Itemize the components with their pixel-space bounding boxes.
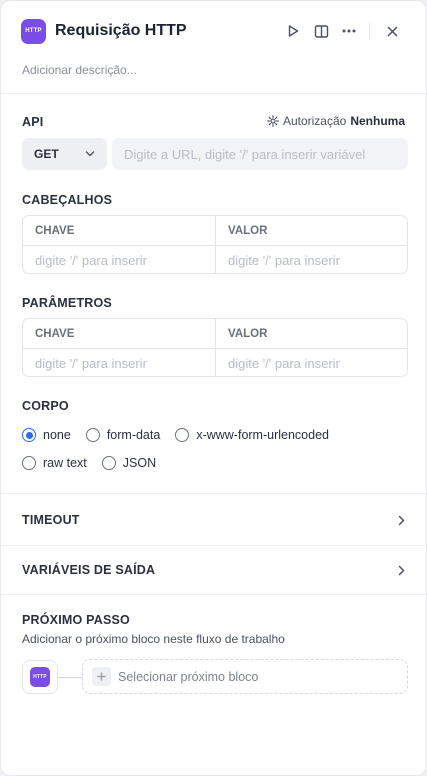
- headers-table-row: [23, 245, 407, 273]
- params-section-label: PARÂMETROS: [22, 296, 112, 310]
- radio-icon: [22, 456, 36, 470]
- next-step-description: Adicionar o próximo bloco neste fluxo de…: [22, 632, 285, 646]
- header-actions: [279, 17, 406, 45]
- params-value-column: VALOR: [215, 319, 407, 348]
- split-view-button[interactable]: [307, 17, 335, 45]
- plus-icon: [92, 667, 111, 686]
- body-option-json[interactable]: JSON: [101, 456, 157, 470]
- current-node: HTTP: [22, 660, 58, 694]
- section-divider: [1, 594, 426, 595]
- play-icon: [288, 25, 299, 37]
- run-button[interactable]: [279, 17, 307, 45]
- authorization-label: Autorização: [282, 114, 347, 128]
- radio-icon: [101, 456, 116, 470]
- params-key-column: CHAVE: [35, 327, 75, 340]
- body-option-label: form-data: [106, 428, 161, 442]
- param-key-input[interactable]: [35, 349, 215, 376]
- api-section-label: API: [22, 115, 44, 129]
- authorization-value: Nenhuma: [350, 114, 405, 128]
- params-table: CHAVE VALOR: [22, 318, 408, 377]
- chevron-right-icon: [398, 565, 405, 576]
- radio-icon: [85, 428, 100, 442]
- headers-section-label: CABEÇALHOS: [22, 193, 113, 207]
- select-next-block-button[interactable]: Selecionar próximo bloco: [82, 659, 408, 694]
- body-option-raw-text[interactable]: raw text: [22, 456, 87, 470]
- body-option-label: raw text: [43, 456, 87, 470]
- section-divider: [1, 93, 426, 94]
- select-next-block-label: Selecionar próximo bloco: [118, 669, 259, 684]
- body-option-none[interactable]: none: [22, 428, 71, 442]
- http-method-value: GET: [34, 147, 59, 161]
- radio-icon: [175, 428, 190, 442]
- params-table-header: CHAVE VALOR: [23, 319, 407, 348]
- body-type-options: none form-data x-www-form-urlencoded raw…: [22, 426, 344, 472]
- output-variables-label: VARIÁVEIS DE SAÍDA: [22, 563, 156, 577]
- http-request-panel: HTTP Requisição HTTP Adicionar descrição…: [0, 0, 427, 776]
- body-option-label: x-www-form-urlencoded: [196, 428, 329, 442]
- section-divider: [1, 493, 426, 494]
- body-option-urlencoded[interactable]: x-www-form-urlencoded: [175, 428, 329, 442]
- body-type-row: none form-data x-www-form-urlencoded: [22, 426, 344, 444]
- more-icon: [342, 29, 356, 33]
- http-node-icon: HTTP: [30, 667, 50, 687]
- params-table-row: [23, 348, 407, 376]
- close-icon: [387, 26, 397, 36]
- panel-header: HTTP Requisição HTTP: [21, 17, 406, 45]
- header-divider: [369, 23, 370, 39]
- panel-title[interactable]: Requisição HTTP: [55, 22, 187, 40]
- chevron-right-icon: [398, 515, 405, 526]
- header-key-input[interactable]: [35, 246, 215, 273]
- more-options-button[interactable]: [335, 17, 363, 45]
- authorization-button[interactable]: Autorização Nenhuma: [267, 114, 405, 128]
- timeout-section[interactable]: TIMEOUT: [1, 495, 426, 545]
- body-option-label: none: [43, 428, 71, 442]
- http-node-icon: HTTP: [21, 18, 46, 44]
- http-method-select[interactable]: GET: [22, 138, 107, 170]
- timeout-label: TIMEOUT: [22, 513, 80, 527]
- headers-table: CHAVE VALOR: [22, 215, 408, 274]
- header-value-input[interactable]: [228, 246, 407, 273]
- body-option-label: JSON: [122, 456, 157, 470]
- body-section-label: CORPO: [22, 399, 69, 413]
- chevron-down-icon: [85, 151, 95, 157]
- headers-key-column: CHAVE: [35, 224, 75, 237]
- output-variables-section[interactable]: VARIÁVEIS DE SAÍDA: [1, 545, 426, 595]
- body-type-row: raw text JSON: [22, 454, 344, 472]
- body-option-form-data[interactable]: form-data: [85, 428, 161, 442]
- split-view-icon: [314, 24, 328, 38]
- close-button[interactable]: [378, 17, 406, 45]
- gear-icon: [267, 115, 279, 127]
- radio-selected-icon: [22, 428, 36, 442]
- url-input[interactable]: [112, 138, 408, 170]
- next-step-label: PRÓXIMO PASSO: [22, 613, 130, 627]
- headers-value-column: VALOR: [215, 216, 407, 245]
- node-connector: [58, 677, 82, 678]
- description-field[interactable]: Adicionar descrição...: [22, 63, 137, 77]
- headers-table-header: CHAVE VALOR: [23, 216, 407, 245]
- param-value-input[interactable]: [228, 349, 407, 376]
